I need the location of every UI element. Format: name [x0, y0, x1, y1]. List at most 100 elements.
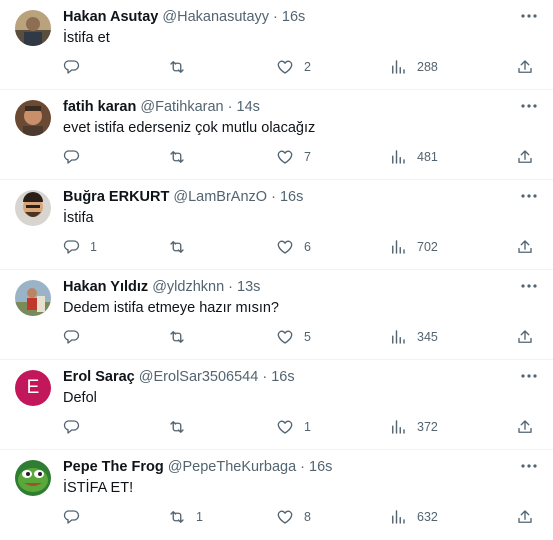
- tweet[interactable]: E Erol Saraç @ErolSar3506544 · 16s Defol…: [0, 360, 553, 450]
- like-button[interactable]: 7: [276, 147, 311, 167]
- share-button[interactable]: [516, 417, 534, 437]
- share-button[interactable]: [516, 327, 534, 347]
- timestamp[interactable]: 16s: [271, 369, 294, 385]
- author-handle[interactable]: @ErolSar3506544: [139, 369, 259, 385]
- share-button[interactable]: [516, 57, 534, 77]
- share-icon: [516, 58, 534, 76]
- like-button[interactable]: 2: [276, 57, 311, 77]
- author-name[interactable]: Hakan Asutay: [63, 9, 158, 25]
- views-button[interactable]: 372: [389, 417, 438, 437]
- separator-dot: ·: [273, 9, 278, 25]
- views-icon: [389, 328, 407, 346]
- retweet-icon: [168, 328, 186, 346]
- tweet[interactable]: Pepe The Frog @PepeTheKurbaga · 16s İSTİ…: [0, 450, 553, 540]
- views-button[interactable]: 345: [389, 327, 438, 347]
- author-name[interactable]: Pepe The Frog: [63, 459, 164, 475]
- author-handle[interactable]: @LamBrAnzO: [173, 189, 267, 205]
- reply-icon: [62, 58, 80, 76]
- views-icon: [389, 508, 407, 526]
- author-handle[interactable]: @Fatihkaran: [140, 99, 223, 115]
- tweet[interactable]: Hakan Asutay @Hakanasutayy · 16s İstifa …: [0, 0, 553, 90]
- reply-feed: Hakan Asutay @Hakanasutayy · 16s İstifa …: [0, 0, 553, 540]
- heart-icon: [276, 508, 294, 526]
- retweet-icon: [168, 508, 186, 526]
- like-count: 5: [304, 330, 311, 344]
- more-icon[interactable]: [517, 6, 541, 26]
- tweet[interactable]: Hakan Yıldız @yldzhknn · 13s Dedem istif…: [0, 270, 553, 360]
- more-icon[interactable]: [517, 366, 541, 386]
- author-handle[interactable]: @Hakanasutayy: [162, 9, 269, 25]
- author-handle[interactable]: @yldzhknn: [152, 279, 224, 295]
- timestamp[interactable]: 16s: [309, 459, 332, 475]
- more-icon[interactable]: [517, 96, 541, 116]
- avatar[interactable]: [15, 190, 51, 226]
- views-button[interactable]: 288: [389, 57, 438, 77]
- reply-button[interactable]: [62, 507, 90, 527]
- like-count: 7: [304, 150, 311, 164]
- tweet-header: Buğra ERKURT @LamBrAnzO · 16s: [63, 189, 303, 205]
- like-button[interactable]: 1: [276, 417, 311, 437]
- view-count: 632: [417, 510, 438, 524]
- reply-button[interactable]: [62, 417, 90, 437]
- reply-button[interactable]: 1: [62, 237, 97, 257]
- tweet-text: İSTİFA ET!: [63, 480, 134, 496]
- action-bar: 1 8 632: [0, 507, 553, 527]
- tweet-text: İstifa: [63, 210, 94, 226]
- retweet-button[interactable]: 1: [168, 507, 203, 527]
- reply-icon: [62, 238, 80, 256]
- reply-count: 1: [90, 240, 97, 254]
- timestamp[interactable]: 13s: [237, 279, 260, 295]
- retweet-button[interactable]: [168, 417, 196, 437]
- share-icon: [516, 328, 534, 346]
- separator-dot: ·: [300, 459, 306, 475]
- retweet-button[interactable]: [168, 327, 196, 347]
- tweet-header: Hakan Yıldız @yldzhknn · 13s: [63, 279, 260, 295]
- share-icon: [516, 418, 534, 436]
- views-button[interactable]: 481: [389, 147, 438, 167]
- views-button[interactable]: 702: [389, 237, 438, 257]
- views-button[interactable]: 632: [389, 507, 438, 527]
- author-name[interactable]: fatih karan: [63, 99, 136, 115]
- retweet-button[interactable]: [168, 57, 196, 77]
- share-button[interactable]: [516, 237, 534, 257]
- action-bar: 1 6 702: [0, 237, 553, 257]
- tweet-text: İstifa et: [63, 30, 110, 46]
- avatar[interactable]: [15, 280, 51, 316]
- avatar[interactable]: [15, 10, 51, 46]
- author-handle[interactable]: @PepeTheKurbaga: [168, 459, 296, 475]
- avatar[interactable]: [15, 100, 51, 136]
- retweet-icon: [168, 58, 186, 76]
- tweet[interactable]: fatih karan @Fatihkaran · 14s evet istif…: [0, 90, 553, 180]
- reply-button[interactable]: [62, 57, 90, 77]
- like-button[interactable]: 5: [276, 327, 311, 347]
- retweet-button[interactable]: [168, 237, 196, 257]
- heart-icon: [276, 58, 294, 76]
- avatar[interactable]: [15, 460, 51, 496]
- share-button[interactable]: [516, 507, 534, 527]
- view-count: 372: [417, 420, 438, 434]
- timestamp[interactable]: 16s: [282, 9, 305, 25]
- tweet-header: Pepe The Frog @PepeTheKurbaga · 16s: [63, 459, 332, 475]
- author-name[interactable]: Buğra ERKURT: [63, 189, 169, 205]
- author-name[interactable]: Erol Saraç: [63, 369, 135, 385]
- retweet-icon: [168, 238, 186, 256]
- timestamp[interactable]: 14s: [237, 99, 260, 115]
- reply-icon: [62, 508, 80, 526]
- tweet-text: Defol: [63, 390, 97, 406]
- action-bar: 2 288: [0, 57, 553, 77]
- reply-icon: [62, 328, 80, 346]
- timestamp[interactable]: 16s: [280, 189, 303, 205]
- author-name[interactable]: Hakan Yıldız: [63, 279, 148, 295]
- more-icon[interactable]: [517, 186, 541, 206]
- avatar[interactable]: E: [15, 370, 51, 406]
- reply-button[interactable]: [62, 147, 90, 167]
- tweet-text: evet istifa ederseniz çok mutlu olacağız: [63, 120, 316, 136]
- retweet-button[interactable]: [168, 147, 196, 167]
- tweet[interactable]: Buğra ERKURT @LamBrAnzO · 16s İstifa 1 6: [0, 180, 553, 270]
- like-button[interactable]: 6: [276, 237, 311, 257]
- more-icon[interactable]: [517, 276, 541, 296]
- share-button[interactable]: [516, 147, 534, 167]
- like-button[interactable]: 8: [276, 507, 311, 527]
- reply-button[interactable]: [62, 327, 90, 347]
- more-icon[interactable]: [517, 456, 541, 476]
